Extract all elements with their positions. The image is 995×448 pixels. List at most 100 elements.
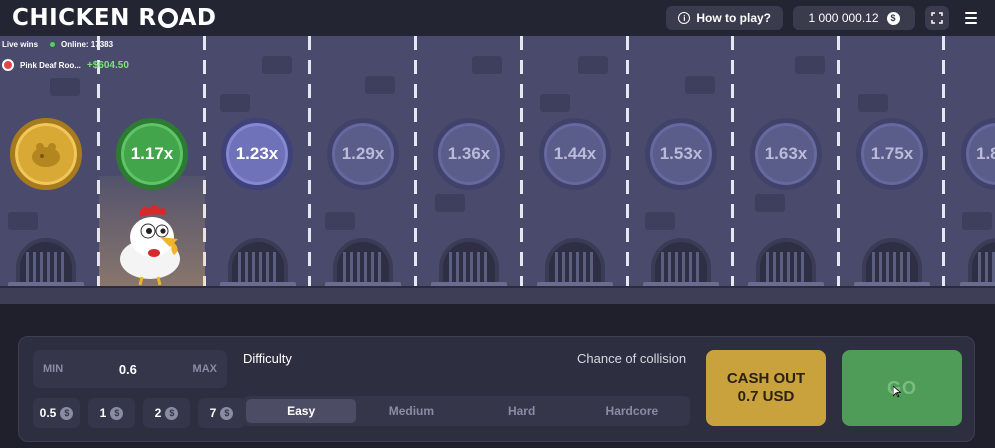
brick (262, 56, 292, 74)
sewer-grate (756, 238, 816, 288)
max-button[interactable]: MAX (193, 363, 217, 375)
brick (8, 212, 38, 230)
lane-divider (731, 36, 734, 286)
lane-divider (837, 36, 840, 286)
brick (220, 94, 250, 112)
multiplier: 1.36x (433, 118, 505, 190)
multiplier: 1.75x (856, 118, 928, 190)
brick (645, 212, 675, 230)
chip-label: 2 (154, 406, 162, 420)
online-label: Online: 17383 (61, 40, 114, 49)
cash-out-label: CASH OUT (726, 370, 806, 387)
online-dot-icon (50, 42, 56, 47)
brick (325, 212, 355, 230)
lane-divider (414, 36, 417, 286)
dollar-coin-icon: $ (886, 11, 900, 25)
control-panel: MIN 0.6 MAX 0.5 $ 1 $ 2 $ 7 $ Difficulty Cha… (18, 336, 975, 442)
fullscreen-button[interactable] (925, 6, 949, 30)
dollar-coin-icon: $ (165, 406, 179, 420)
live-wins-label: Live wins (2, 40, 39, 49)
brick (578, 56, 608, 74)
dollar-coin-icon: $ (110, 406, 124, 420)
min-button[interactable]: MIN (43, 363, 63, 375)
cash-out-button[interactable]: CASH OUT 0.7 USD (706, 350, 826, 426)
sewer-grate (16, 238, 76, 288)
brick (50, 78, 80, 96)
how-to-play-label: How to play? (696, 11, 771, 25)
menu-icon-bar (965, 12, 977, 14)
player-avatar (2, 59, 14, 71)
go-button[interactable]: GO (842, 350, 962, 426)
win-amount: +$604.50 (86, 59, 129, 71)
multiplier: 1.29x (327, 118, 399, 190)
dollar-coin-icon: $ (220, 406, 234, 420)
difficulty-label: Difficulty (243, 351, 292, 366)
chip-2[interactable]: 2 $ (143, 398, 190, 428)
game-road: 1.17x 1.23x 1.29x 1.36x 1.44x 1.53x 1.63… (0, 36, 995, 304)
logo-text: CHICKEN R (12, 5, 157, 31)
balance-display: 1 000 000.12 $ (793, 6, 915, 30)
lane-divider (308, 36, 311, 286)
sewer-grate (651, 238, 711, 288)
collision-chance-label: Chance of collision (577, 351, 687, 366)
multiplier-current: 1.17x (116, 118, 188, 190)
brick (472, 56, 502, 74)
online-count: Online: 17383 (50, 40, 113, 49)
chip-7[interactable]: 7 $ (198, 398, 245, 428)
fullscreen-icon (931, 12, 943, 24)
brick (685, 76, 715, 94)
multiplier: 1.8 (961, 118, 995, 190)
chicken-face-icon (32, 143, 60, 167)
balance-value: 1 000 000.12 (808, 11, 879, 25)
difficulty-hard[interactable]: Hard (467, 399, 577, 423)
chip-1[interactable]: 1 $ (88, 398, 135, 428)
multiplier: 1.53x (645, 118, 717, 190)
top-bar: CHICKEN R AD i How to play? 1 000 000.12 … (0, 0, 995, 36)
menu-button[interactable] (959, 6, 983, 30)
player-name: Pink Deaf Roo... (20, 60, 81, 70)
brick (858, 94, 888, 112)
chicken-icon (120, 205, 180, 286)
road-edge (0, 286, 995, 304)
bottom-area: MIN 0.6 MAX 0.5 $ 1 $ 2 $ 7 $ Difficulty Cha… (0, 304, 995, 448)
brick (795, 56, 825, 74)
chip-0-5[interactable]: 0.5 $ (33, 398, 80, 428)
difficulty-easy[interactable]: Easy (246, 399, 357, 423)
sewer-grate (862, 238, 922, 288)
chip-label: 0.5 (39, 406, 57, 420)
chip-label: 7 (209, 406, 217, 420)
bet-amount-control: MIN 0.6 MAX (33, 350, 227, 388)
multiplier: 1.44x (539, 118, 611, 190)
difficulty-medium[interactable]: Medium (356, 399, 466, 423)
lane-divider (520, 36, 523, 286)
difficulty-hardcore[interactable]: Hardcore (577, 399, 687, 423)
sewer-grate (968, 238, 995, 288)
sewer-grate (333, 238, 393, 288)
sewer-grate (439, 238, 499, 288)
brick (365, 76, 395, 94)
lane-divider (942, 36, 945, 286)
menu-icon-bar (965, 22, 977, 24)
sewer-grate (545, 238, 605, 288)
bet-chips: 0.5 $ 1 $ 2 $ 7 $ (33, 398, 245, 428)
brick (962, 212, 992, 230)
go-label: GO (886, 377, 917, 398)
dollar-coin-icon: $ (60, 406, 74, 420)
cash-out-amount: 0.7 USD (737, 388, 795, 405)
lane-divider (626, 36, 629, 286)
info-icon: i (678, 12, 691, 24)
bet-amount-input[interactable]: 0.6 (119, 362, 137, 377)
menu-icon-bar (965, 17, 977, 19)
start-coin (10, 118, 82, 190)
mouse-cursor-icon (893, 386, 901, 398)
brick (435, 194, 465, 212)
multiplier: 1.63x (750, 118, 822, 190)
chip-label: 1 (99, 406, 107, 420)
brick (540, 94, 570, 112)
difficulty-selector: Easy Medium Hard Hardcore (243, 396, 690, 426)
how-to-play-button[interactable]: i How to play? (666, 6, 783, 30)
logo-text-end: AD (178, 5, 217, 31)
sewer-grate (228, 238, 288, 288)
multiplier-next[interactable]: 1.23x (221, 118, 293, 190)
live-wins: Live wins Online: 17383 Pink Deaf Roo...… (2, 40, 129, 71)
